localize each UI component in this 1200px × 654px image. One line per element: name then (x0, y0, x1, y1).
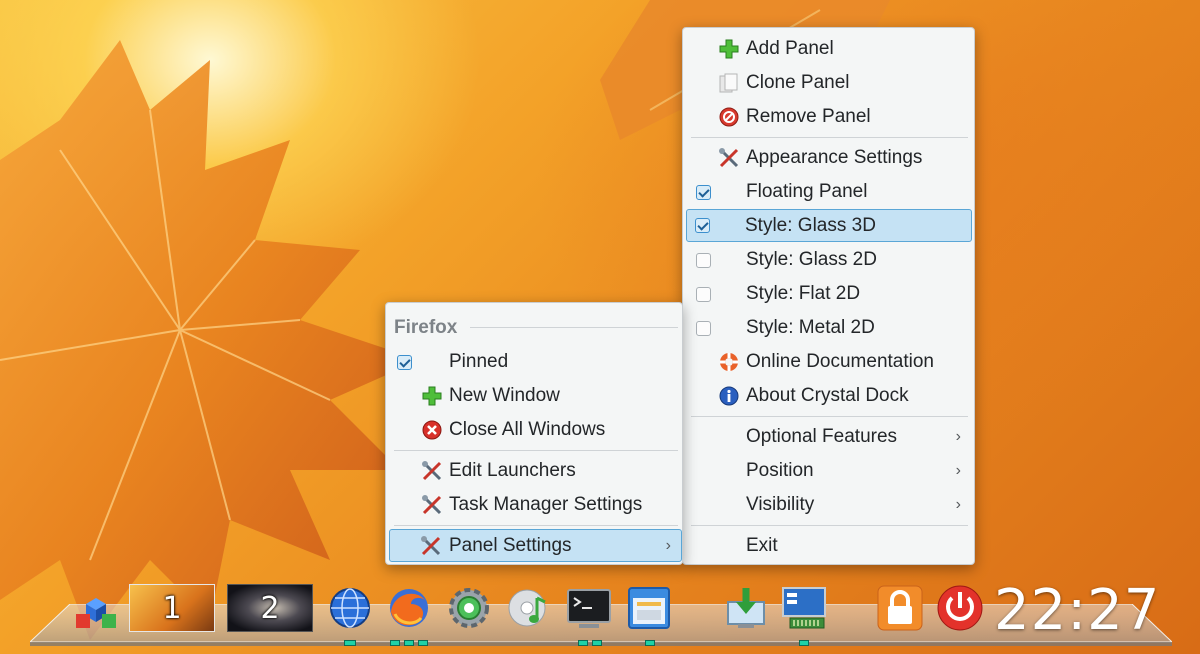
lifebuoy-icon (718, 351, 740, 373)
floating-panel-item[interactable]: Floating Panel (687, 176, 972, 208)
chevron-right-icon: › (955, 462, 961, 479)
pinned-label: Pinned (449, 351, 509, 372)
chevron-right-icon: › (955, 496, 961, 513)
running-indicator (799, 640, 809, 646)
new-window-item[interactable]: New Window (390, 380, 680, 412)
style-flat-2d-label: Style: Flat 2D (746, 283, 861, 304)
online-documentation-label: Online Documentation (746, 351, 934, 372)
about-crystal-dock-item[interactable]: About Crystal Dock (687, 380, 972, 412)
running-indicator (404, 640, 414, 646)
panel-settings-label: Panel Settings (449, 534, 572, 556)
desktop-1-label: 1 (162, 590, 182, 626)
tools-icon (421, 494, 443, 516)
close-icon (421, 419, 443, 441)
menu-separator (691, 137, 968, 138)
position-label: Position (746, 460, 814, 481)
style-glass-3d-checkbox[interactable] (695, 218, 710, 233)
floating-panel-label: Floating Panel (746, 181, 868, 202)
panel-settings-item[interactable]: Panel Settings › (389, 529, 682, 562)
application-menu-icon[interactable] (72, 586, 120, 634)
menu-separator (691, 416, 968, 417)
info-icon (718, 385, 740, 407)
system-monitor-icon[interactable] (780, 584, 828, 632)
menu-separator (691, 525, 968, 526)
task-manager-settings-label: Task Manager Settings (449, 494, 643, 515)
visibility-item[interactable]: Visibility › (687, 489, 972, 521)
style-glass-3d-item[interactable]: Style: Glass 3D (686, 209, 972, 242)
pinned-checkbox[interactable] (397, 355, 412, 370)
about-crystal-dock-label: About Crystal Dock (746, 385, 909, 406)
style-glass-2d-checkbox[interactable] (696, 253, 711, 268)
music-player-icon[interactable] (505, 584, 553, 632)
style-metal-2d-label: Style: Metal 2D (746, 317, 875, 338)
visibility-label: Visibility (746, 494, 815, 515)
add-icon (718, 38, 740, 60)
lock-screen-icon[interactable] (876, 584, 924, 632)
chevron-right-icon: › (665, 536, 671, 554)
firefox-context-menu: Firefox Pinned New Window Close All Wind… (385, 302, 683, 565)
edit-launchers-label: Edit Launchers (449, 460, 576, 481)
remove-panel-label: Remove Panel (746, 106, 871, 127)
position-item[interactable]: Position › (687, 455, 972, 487)
running-indicator (418, 640, 428, 646)
style-glass-2d-label: Style: Glass 2D (746, 249, 877, 270)
optional-features-label: Optional Features (746, 426, 898, 447)
add-panel-item[interactable]: Add Panel (687, 33, 972, 65)
terminal-icon[interactable] (565, 584, 613, 632)
floating-panel-checkbox[interactable] (696, 185, 711, 200)
desktop-2-label: 2 (260, 590, 280, 626)
pinned-item[interactable]: Pinned (390, 346, 680, 378)
clone-panel-label: Clone Panel (746, 72, 850, 93)
optional-features-item[interactable]: Optional Features › (687, 421, 972, 453)
style-flat-2d-item[interactable]: Style: Flat 2D (687, 278, 972, 310)
menu-title: Firefox (394, 317, 458, 338)
appearance-settings-item[interactable]: Appearance Settings (687, 142, 972, 174)
running-indicator (592, 640, 602, 646)
clone-panel-item[interactable]: Clone Panel (687, 67, 972, 99)
online-documentation-item[interactable]: Online Documentation (687, 346, 972, 378)
tools-icon (420, 535, 442, 557)
task-manager-settings-item[interactable]: Task Manager Settings (390, 489, 680, 521)
remove-panel-item[interactable]: Remove Panel (687, 101, 972, 133)
power-icon[interactable] (936, 584, 984, 632)
menu-separator (394, 525, 678, 526)
desktop-2-button[interactable]: 2 (227, 584, 313, 632)
browser-globe-icon[interactable] (326, 584, 374, 632)
style-metal-2d-checkbox[interactable] (696, 321, 711, 336)
exit-item[interactable]: Exit (687, 530, 972, 562)
running-indicator (390, 640, 400, 646)
appearance-settings-label: Appearance Settings (746, 147, 923, 168)
firefox-icon[interactable] (385, 584, 433, 632)
close-all-windows-label: Close All Windows (449, 419, 606, 440)
style-metal-2d-item[interactable]: Style: Metal 2D (687, 312, 972, 344)
clone-icon (718, 72, 740, 94)
desktop-1-button[interactable]: 1 (129, 584, 215, 632)
chevron-right-icon: › (955, 428, 961, 445)
menu-title-separator (470, 327, 678, 328)
file-manager-icon[interactable] (625, 584, 673, 632)
exit-label: Exit (746, 535, 778, 556)
edit-launchers-item[interactable]: Edit Launchers (390, 455, 680, 487)
software-install-icon[interactable] (722, 584, 770, 632)
running-indicator (344, 640, 356, 646)
style-glass-2d-item[interactable]: Style: Glass 2D (687, 244, 972, 276)
new-window-label: New Window (449, 385, 560, 406)
tools-icon (421, 460, 443, 482)
tools-icon (718, 147, 740, 169)
settings-gear-icon[interactable] (445, 584, 493, 632)
add-panel-label: Add Panel (746, 38, 834, 59)
running-indicator (578, 640, 588, 646)
style-flat-2d-checkbox[interactable] (696, 287, 711, 302)
close-all-windows-item[interactable]: Close All Windows (390, 414, 680, 446)
style-glass-3d-label: Style: Glass 3D (745, 214, 876, 236)
running-indicator (645, 640, 655, 646)
clock: 22:27 (994, 578, 1161, 643)
panel-context-menu: Add Panel Clone Panel Remove Panel Appea… (682, 27, 975, 565)
remove-icon (718, 106, 740, 128)
add-icon (421, 385, 443, 407)
menu-separator (394, 450, 678, 451)
